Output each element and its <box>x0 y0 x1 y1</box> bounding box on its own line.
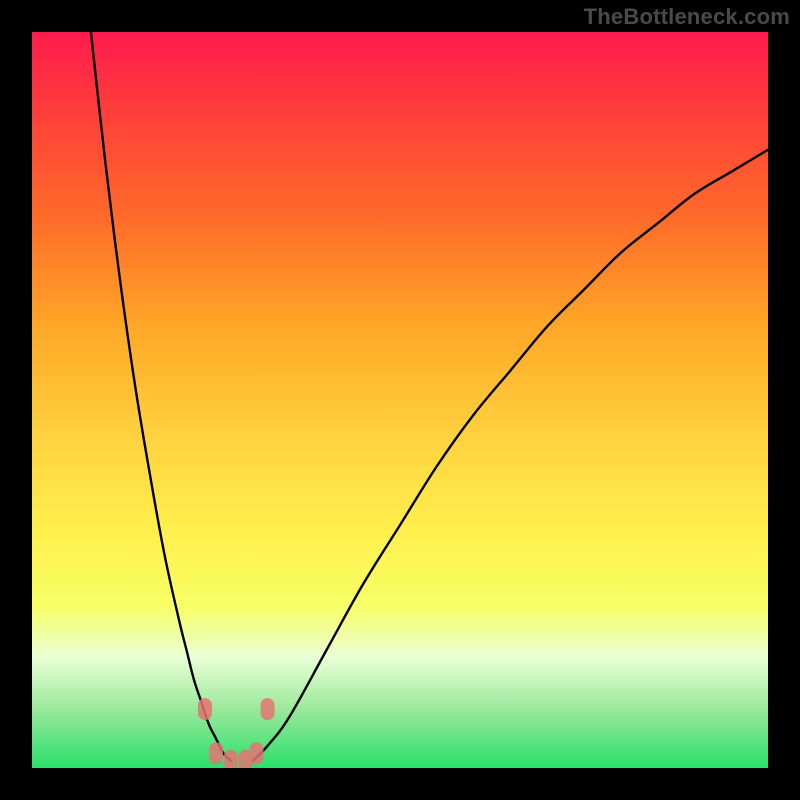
chart-frame: TheBottleneck.com <box>0 0 800 800</box>
plot-area <box>32 32 768 768</box>
marker-5 <box>261 698 275 720</box>
series-left-branch <box>91 32 231 761</box>
marker-2 <box>224 750 238 768</box>
attribution-label: TheBottleneck.com <box>584 4 790 30</box>
marker-1 <box>209 742 223 764</box>
marker-group <box>198 698 275 768</box>
marker-4 <box>249 742 263 764</box>
marker-0 <box>198 698 212 720</box>
curve-group <box>91 32 768 761</box>
curve-svg <box>32 32 768 768</box>
series-right-branch <box>253 150 768 761</box>
